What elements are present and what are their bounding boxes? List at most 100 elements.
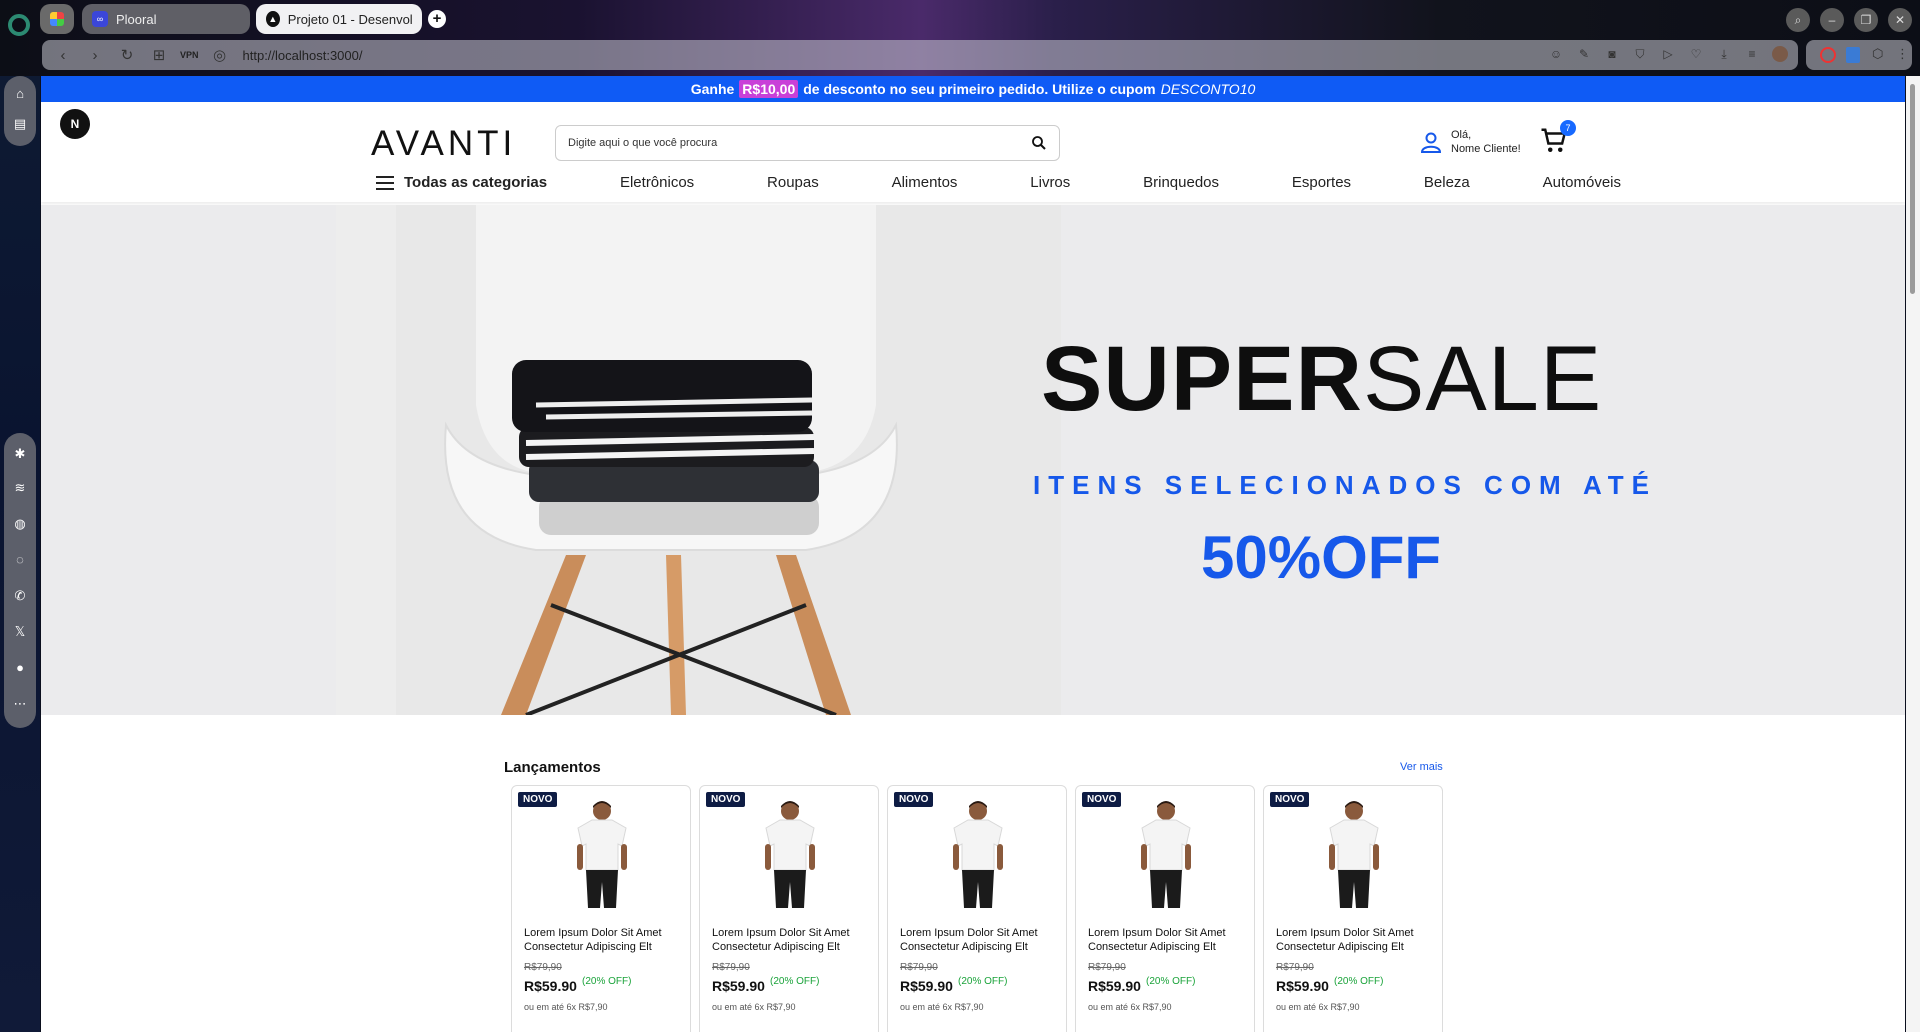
user-name: Nome Cliente!	[1451, 143, 1521, 155]
shield-icon[interactable]: ⛉	[1632, 46, 1648, 62]
messenger-icon[interactable]: ◌	[10, 550, 30, 570]
nav-item-livros[interactable]: Livros	[1030, 174, 1070, 191]
nav-item-roupas[interactable]: Roupas	[767, 174, 819, 191]
discount-label: (20% OFF)	[1146, 976, 1196, 987]
launches-section: Lançamentos Ver mais NOVO Lorem Ipsum Do…	[41, 715, 1905, 1032]
reload-icon[interactable]: ↻	[116, 46, 138, 64]
installments-text: ou em até 6x R$7,90	[1276, 1002, 1360, 1012]
chatgpt-icon[interactable]: ◍	[10, 514, 30, 534]
product-card[interactable]: NOVO Lorem Ipsum Dolor Sit Amet Consecte…	[887, 785, 1067, 1032]
whatsapp-icon[interactable]: ✆	[10, 586, 30, 606]
product-image	[748, 798, 832, 908]
menu-lines-icon[interactable]: ≡	[1744, 46, 1760, 62]
product-card[interactable]: NOVO Lorem Ipsum Dolor Sit Amet Consecte…	[1075, 785, 1255, 1032]
search-icon[interactable]	[1031, 135, 1047, 151]
opera-logo-icon[interactable]	[8, 14, 30, 36]
extension-red-icon[interactable]	[1820, 47, 1836, 63]
promo-text-after: de desconto no seu primeiro pedido. Util…	[803, 81, 1156, 97]
hero-title-light: SALE	[1362, 328, 1603, 430]
discount-label: (20% OFF)	[770, 976, 820, 987]
discount-label: (20% OFF)	[582, 976, 632, 987]
installments-text: ou em até 6x R$7,90	[1088, 1002, 1172, 1012]
installments-text: ou em até 6x R$7,90	[524, 1002, 608, 1012]
home-icon[interactable]: ⌂	[10, 84, 30, 104]
heart-icon[interactable]: ♡	[1688, 46, 1704, 62]
search-input[interactable]	[568, 137, 1031, 149]
tab-pinned[interactable]	[40, 4, 74, 34]
user-greeting-block: Olá, Nome Cliente!	[1451, 128, 1521, 156]
hero-banner[interactable]: SUPERSALE ITENS SELECIONADOS COM ATÉ 50%…	[41, 205, 1905, 715]
address-bar-actions: ☺ ✎ ◙ ⛉ ▷ ♡ ⤓ ≡	[1548, 46, 1788, 62]
extension-blue-icon[interactable]	[1846, 47, 1860, 63]
user-icon	[1419, 130, 1443, 154]
product-price: R$59.90	[1276, 978, 1329, 994]
product-card[interactable]: NOVO Lorem Ipsum Dolor Sit Amet Consecte…	[699, 785, 879, 1032]
circle-app-icon[interactable]: ●	[10, 658, 30, 678]
tab-label: Projeto 01 - Desenvolvim	[287, 11, 412, 27]
speed-dial-icon[interactable]: ⊞	[148, 46, 170, 64]
close-window-button[interactable]: ✕	[1888, 8, 1912, 32]
section-title: Lançamentos	[504, 759, 601, 776]
product-price: R$59.90	[524, 978, 577, 994]
url-text[interactable]: http://localhost:3000/	[243, 48, 363, 63]
old-price: R$79,90	[1088, 962, 1126, 973]
address-bar[interactable]: ‹ › ↻ ⊞ VPN ◎ http://localhost:3000/ ☺ ✎…	[42, 40, 1798, 70]
restore-button[interactable]: ❐	[1854, 8, 1878, 32]
product-image	[936, 798, 1020, 908]
product-name: Lorem Ipsum Dolor Sit Amet Consectetur A…	[1088, 927, 1226, 953]
product-image	[560, 798, 644, 908]
user-account[interactable]: Olá, Nome Cliente!	[1419, 128, 1521, 156]
nextjs-icon: ▲	[266, 11, 280, 27]
nav-item-brinquedos[interactable]: Brinquedos	[1143, 174, 1219, 191]
tab-projeto[interactable]: ▲ Projeto 01 - Desenvolvim	[256, 4, 422, 34]
nav-item-eletronicos[interactable]: Eletrônicos	[620, 174, 694, 191]
hero-chair-clothes-image	[336, 205, 1061, 715]
back-icon[interactable]: ‹	[52, 47, 74, 64]
nav-item-esportes[interactable]: Esportes	[1292, 174, 1351, 191]
nav-item-automoveis[interactable]: Automóveis	[1543, 174, 1621, 191]
user-greeting: Olá,	[1451, 129, 1472, 141]
see-more-link[interactable]: Ver mais	[1400, 761, 1443, 773]
new-badge: NOVO	[706, 792, 746, 807]
new-badge: NOVO	[1270, 792, 1310, 807]
discount-label: (20% OFF)	[1334, 976, 1384, 987]
browser-chrome: ∞ Plooral ▲ Projeto 01 - Desenvolvim + ⌕…	[0, 0, 1920, 76]
product-card[interactable]: NOVO Lorem Ipsum Dolor Sit Amet Consecte…	[1263, 785, 1443, 1032]
page-scrollbar[interactable]	[1906, 76, 1920, 1032]
pages-icon[interactable]: ▤	[10, 114, 30, 134]
nextjs-dev-badge[interactable]: N	[60, 109, 90, 139]
product-name: Lorem Ipsum Dolor Sit Amet Consectetur A…	[1276, 927, 1414, 953]
vpn-badge[interactable]: VPN	[180, 50, 199, 60]
site-logo[interactable]: AVANTI	[371, 124, 516, 164]
product-price: R$59.90	[1088, 978, 1141, 994]
more-vertical-icon[interactable]: ⋮	[1896, 46, 1909, 62]
edit-icon[interactable]: ✎	[1576, 46, 1592, 62]
product-card[interactable]: NOVO Lorem Ipsum Dolor Sit Amet Consecte…	[511, 785, 691, 1032]
avatar[interactable]	[1772, 46, 1788, 62]
nav-item-beleza[interactable]: Beleza	[1424, 174, 1470, 191]
nav-item-alimentos[interactable]: Alimentos	[892, 174, 958, 191]
tab-plooral[interactable]: ∞ Plooral	[82, 4, 250, 34]
tab-label: Plooral	[116, 11, 157, 27]
new-tab-button[interactable]: +	[428, 10, 446, 28]
forward-icon[interactable]: ›	[84, 47, 106, 64]
more-horizontal-icon[interactable]: ⋯	[10, 694, 30, 714]
scrollbar-thumb[interactable]	[1910, 84, 1915, 294]
all-categories-menu[interactable]: Todas as categorias	[376, 174, 547, 191]
camera-icon[interactable]: ◙	[1604, 46, 1620, 62]
browser-sidebar: ⌂ ▤ ✱ ≋ ◍ ◌ ✆ 𝕏 ● ⋯	[0, 76, 40, 1032]
download-icon[interactable]: ⤓	[1716, 46, 1732, 62]
emoji-icon[interactable]: ☺	[1548, 46, 1564, 62]
aria-icon[interactable]: ✱	[10, 444, 30, 464]
discount-label: (20% OFF)	[958, 976, 1008, 987]
promo-amount: R$10,00	[739, 80, 799, 98]
x-twitter-icon[interactable]: 𝕏	[10, 622, 30, 642]
cube-icon[interactable]: ⬡	[1872, 46, 1883, 62]
minimize-button[interactable]: –	[1820, 8, 1844, 32]
play-icon[interactable]: ▷	[1660, 46, 1676, 62]
product-price: R$59.90	[712, 978, 765, 994]
site-header: N AVANTI Olá, Nome Cliente! 7 Todas as c…	[41, 102, 1905, 202]
search-tabs-icon[interactable]: ⌕	[1786, 8, 1810, 32]
flow-icon[interactable]: ≋	[10, 478, 30, 498]
old-price: R$79,90	[1276, 962, 1314, 973]
